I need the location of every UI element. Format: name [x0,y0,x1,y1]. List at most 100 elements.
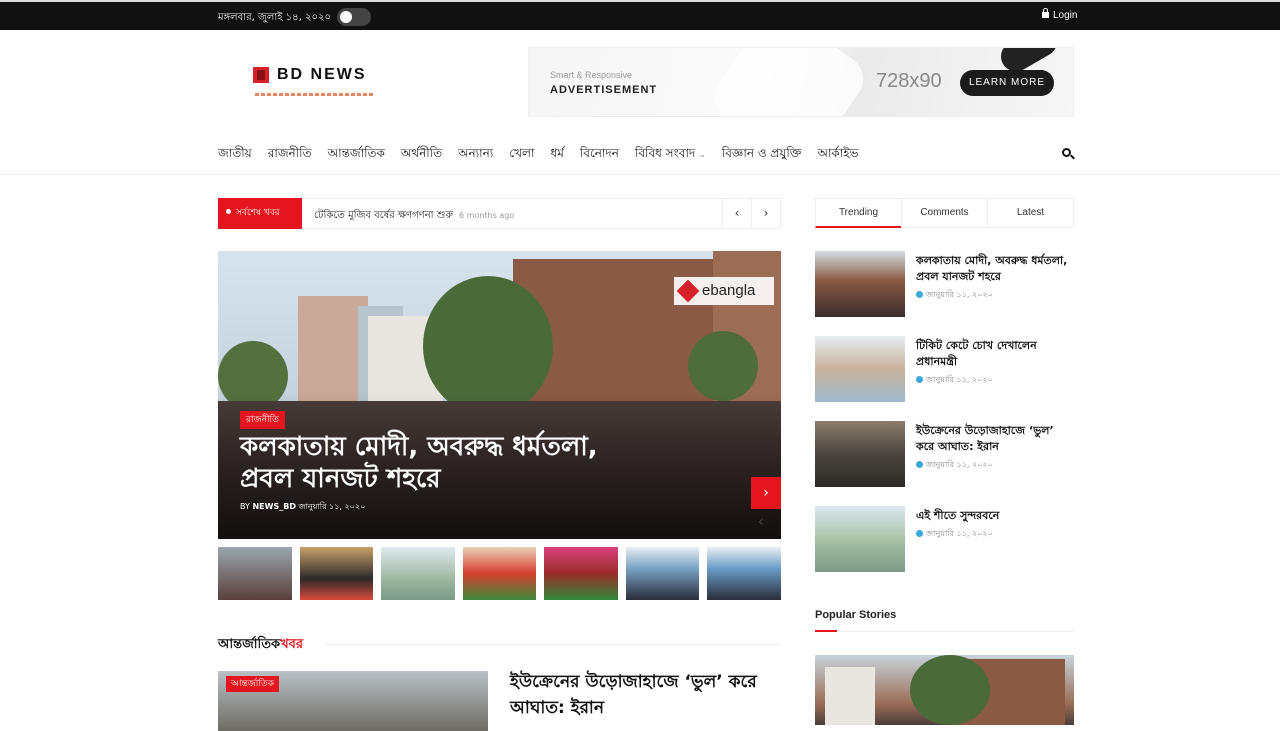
sidebar-post-thumbnail[interactable] [815,506,905,572]
thumbnail[interactable] [625,547,700,600]
international-section-header: আন্তর্জাতিকখবর [218,635,781,652]
learn-more-button[interactable]: LEARN MORE [960,70,1054,96]
clock-icon [916,376,923,383]
search-handle [1070,154,1075,160]
dark-mode-toggle[interactable] [337,8,371,26]
nav-item-international[interactable]: আন্তর্জাতিক [328,145,385,165]
chevron-down-icon: ⌄ [699,150,706,159]
section-title-main: আন্তর্জাতিক [218,637,281,652]
current-date: মঙ্গলবার, জুলাই ১৪, ২০২০ [218,12,331,23]
sidebar-post-date: জানুয়ারি ১১, ২০২০ [916,374,993,387]
sidebar-post-date: জানুয়ারি ১১, ২০২০ [916,528,993,541]
source-watermark: ebangla [674,277,774,305]
popular-stories-heading: Popular Stories [815,609,897,621]
sidebar-post-date: জানুয়ারি ১১, ২০২০ [916,459,993,472]
section-title[interactable]: আন্তর্জাতিকখবর [218,635,781,656]
nav-item-misc-label: বিবিধ সংবাদ [634,146,696,160]
article-thumbnail[interactable]: আন্তর্জাতিক [218,671,488,731]
login-link[interactable]: Login [1042,8,1078,21]
hero-prev-button[interactable]: ‹ [758,514,764,530]
thumbnail[interactable] [381,547,455,600]
sidebar-post-title[interactable]: টিকিট কেটে চোখ দেখালেন প্রধানমন্ত্রী [916,338,1074,370]
hero-author[interactable]: NEWS_BD [252,502,295,511]
ticker-label-text: সর্বশেষ খবর [236,208,280,218]
main-nav: জাতীয় রাজনীতি আন্তর্জাতিক অর্থনীতি অন্য… [218,145,875,165]
article-category-badge[interactable]: আন্তর্জাতিক [226,676,279,692]
ad-subtitle: Smart & Responsive [550,70,633,80]
hero-title[interactable]: কলকাতায় মোদী, অবরুদ্ধ ধর্মতলা, প্রবল যা… [240,431,600,495]
clock-icon [916,530,923,537]
by-label: BY [240,502,250,511]
sidebar-post-date-text: জানুয়ারি ১১, ২০২০ [926,529,993,538]
section-divider [326,644,781,645]
thumbnail[interactable] [462,547,537,600]
nav-item-archive[interactable]: আর্কাইভ [817,145,858,165]
hero-slider[interactable]: ebangla রাজনীতি কলকাতায় মোদী, অবরুদ্ধ ধ… [218,251,781,539]
nav-item-sports[interactable]: খেলা [509,145,534,165]
sidebar-post-title[interactable]: ইউক্রেনের উড়োজাহাজে ‘ভুল’ করে আঘাত: ইরা… [916,423,1074,455]
hero-next-button[interactable]: › [751,477,781,509]
nav-item-misc-news[interactable]: বিবিধ সংবাদ ⌄ [635,145,706,165]
ticker-label: সর্বশেষ খবর [218,198,302,229]
ticker-next-button[interactable]: › [751,199,780,228]
logo-mark-icon [253,67,269,83]
sidebar-post-date: জানুয়ারি ১১, ২০২০ [916,289,993,302]
lock-icon [1042,8,1049,18]
sidebar-tabs: Trending Comments Latest [815,198,1074,228]
sidebar-post-thumbnail[interactable] [815,421,905,487]
thumbnail[interactable] [544,547,618,600]
source-logo-icon [676,279,700,303]
breaking-news-ticker: সর্বশেষ খবর টেকিতে মুজিব বর্ষের ক্ষণগণনা… [218,198,781,229]
sidebar-post-thumbnail[interactable] [815,336,905,402]
source-logo-text: ebangla [702,282,756,299]
ticker-time: 6 months ago [459,211,515,220]
ticker-headline[interactable]: টেকিতে মুজিব বর্ষের ক্ষণগণনা শুরু 6 month… [314,208,514,225]
nav-item-national[interactable]: জাতীয় [218,145,252,165]
search-icon[interactable] [1062,148,1075,160]
popular-divider [815,630,1074,632]
thumbnail[interactable] [299,547,374,600]
popular-accent [815,630,837,632]
article-title[interactable]: ইউক্রেনের উড়োজাহাজে ‘ভুল’ করে আঘাত: ইরা… [510,669,780,721]
clock-icon [916,461,923,468]
nav-divider [0,174,1280,175]
tab-comments[interactable]: Comments [901,198,987,228]
section-title-highlight: খবর [280,637,304,652]
nav-item-entertainment[interactable]: বিনোদন [580,145,619,165]
sidebar-post-date-text: জানুয়ারি ১১, ২০২০ [926,290,993,299]
nav-item-religion[interactable]: ধর্ম [550,145,563,165]
ticker-prev-button[interactable]: ‹ [722,199,751,228]
ad-size: 728x90 [876,70,942,92]
site-name: BD NEWS [277,66,367,83]
popular-story-image[interactable] [815,655,1074,725]
sidebar-post: ইউক্রেনের উড়োজাহাজে ‘ভুল’ করে আঘাত: ইরা… [815,421,1074,487]
tab-trending[interactable]: Trending [815,198,901,228]
sidebar-post-date-text: জানুয়ারি ১১, ২০২০ [926,375,993,384]
top-bar: মঙ্গলবার, জুলাই ১৪, ২০২০ Login [0,0,1280,30]
tab-latest[interactable]: Latest [987,198,1074,228]
sidebar-post-title[interactable]: কলকাতায় মোদী, অবরুদ্ধ ধর্মতলা, প্রবল যা… [916,253,1074,285]
login-label: Login [1053,10,1078,21]
sidebar-post: কলকাতায় মোদী, অবরুদ্ধ ধর্মতলা, প্রবল যা… [815,251,1074,317]
sidebar-post-thumbnail[interactable] [815,251,905,317]
nav-item-politics[interactable]: রাজনীতি [268,145,312,165]
nav-item-science-tech[interactable]: বিজ্ঞান ও প্রযুক্তি [722,145,802,165]
logo-tagline-decoration [255,93,375,96]
nav-item-economy[interactable]: অর্থনীতি [401,145,442,165]
popular-image-building [825,667,875,725]
hero-category-badge[interactable]: রাজনীতি [240,411,285,429]
popular-image-tree [910,655,990,725]
thumbnail[interactable] [218,547,292,600]
ad-decoration [705,48,873,116]
sidebar-post-title[interactable]: এই শীতে সুন্দরবনে [916,508,1074,524]
hero-meta: BY NEWS_BD জানুয়ারি ১১, ২০২০ [240,501,365,514]
clock-icon [916,291,923,298]
hero-date: জানুয়ারি ১১, ২০২০ [298,502,366,511]
advertisement-banner[interactable]: Smart & Responsive ADVERTISEMENT 728x90 … [528,47,1074,117]
thumbnail[interactable] [707,547,782,600]
nav-item-others[interactable]: অন্যান্য [458,145,493,165]
toggle-knob [340,11,352,23]
sidebar-post: এই শীতে সুন্দরবনে জানুয়ারি ১১, ২০২০ [815,506,1074,572]
sidebar-post-date-text: জানুয়ারি ১১, ২০২০ [926,460,993,469]
dot-icon [226,209,231,214]
